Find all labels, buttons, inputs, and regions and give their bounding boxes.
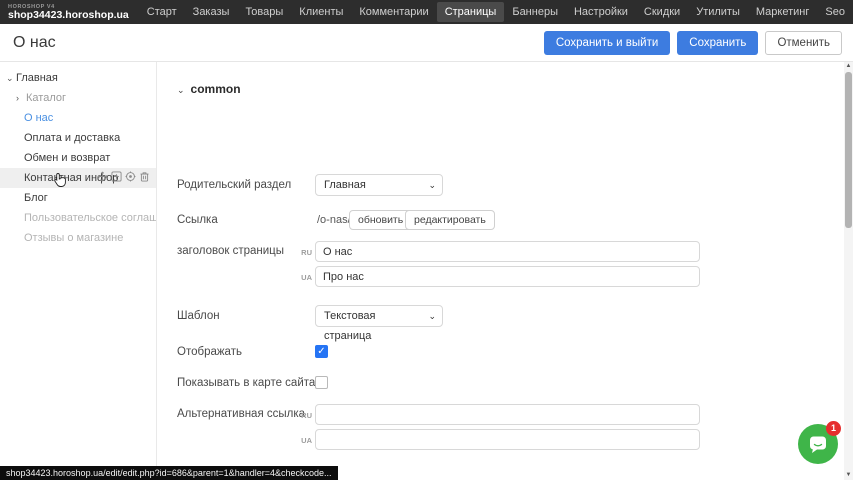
chevron-down-icon[interactable]: ⌄ xyxy=(6,68,16,88)
display-checkbox[interactable]: ✓ xyxy=(315,345,328,358)
tree-item-label: Оплата и доставка xyxy=(24,132,120,144)
tree-item-label: О нас xyxy=(24,112,53,124)
menu-settings[interactable]: Настройки xyxy=(566,2,636,22)
main-menu: Старт Заказы Товары Клиенты Комментарии … xyxy=(139,0,853,24)
scroll-up-icon[interactable]: ▲ xyxy=(844,62,853,71)
tree-item-soglashenie[interactable]: Пользовательское соглашение xyxy=(0,208,156,228)
tree-item-obmen[interactable]: Обмен и возврат xyxy=(0,148,156,168)
page-edit-form: ⌄ common Родительский раздел Главная ⌄ Сс… xyxy=(156,62,844,480)
menu-banners[interactable]: Баннеры xyxy=(504,2,566,22)
template-row: Шаблон Текстовая страница ⌄ xyxy=(157,305,844,329)
lang-ua-badge: UA xyxy=(297,436,312,445)
sitemap-checkbox[interactable] xyxy=(315,376,328,389)
chat-widget[interactable]: 1 xyxy=(798,424,838,464)
section-common-header[interactable]: ⌄ common xyxy=(177,80,853,98)
lang-ru-badge: RU xyxy=(297,248,312,257)
section-common-title: common xyxy=(191,82,241,96)
tree-item-blog[interactable]: Блог xyxy=(0,188,156,208)
tree-item-actions xyxy=(97,171,150,182)
sitemap-row: Показывать в карте сайта xyxy=(157,376,844,392)
menu-start[interactable]: Старт xyxy=(139,2,185,22)
page-title-ru-input[interactable] xyxy=(315,241,700,262)
menu-utilities[interactable]: Утилиты xyxy=(688,2,748,22)
scroll-down-icon[interactable]: ▼ xyxy=(844,471,853,480)
page-title: О нас xyxy=(0,34,56,52)
top-bar: HOROSHOP V4 shop34423.horoshop.ua Старт … xyxy=(0,0,853,24)
menu-clients[interactable]: Клиенты xyxy=(291,2,351,22)
display-label: Отображать xyxy=(177,346,242,358)
page-title-ua-input[interactable] xyxy=(315,266,700,287)
tree-item-label: Обмен и возврат xyxy=(24,152,110,164)
horoshop-admin: HOROSHOP V4 shop34423.horoshop.ua Старт … xyxy=(0,0,853,480)
alt-link-ua-input[interactable] xyxy=(315,429,700,450)
header-buttons: Сохранить и выйти Сохранить Отменить xyxy=(544,31,853,55)
chevron-down-icon: ⌄ xyxy=(428,306,436,326)
tree-item-katalog[interactable]: ›Каталог xyxy=(0,88,156,108)
page-header: О нас Сохранить и выйти Сохранить Отмени… xyxy=(0,24,853,62)
logo-domain: shop34423.horoshop.ua xyxy=(8,10,129,21)
page-title-ru-row: заголовок страницы RU xyxy=(157,241,844,263)
tree-item-label: Главная xyxy=(16,72,58,84)
menu-products[interactable]: Товары xyxy=(237,2,291,22)
tree-item-label: Блог xyxy=(24,192,48,204)
tree-item-oplata[interactable]: Оплата и доставка xyxy=(0,128,156,148)
menu-marketing[interactable]: Маркетинг xyxy=(748,2,817,22)
tree-item-kontaktnaya[interactable]: Контактная инфор xyxy=(0,168,156,188)
alt-link-label: Альтернативная ссылка xyxy=(177,408,305,420)
template-select[interactable]: Текстовая страница ⌄ xyxy=(315,305,443,327)
template-label: Шаблон xyxy=(177,310,220,322)
scrollbar-thumb[interactable] xyxy=(845,72,852,228)
chat-unread-badge: 1 xyxy=(826,421,841,436)
status-url-bar: shop34423.horoshop.ua/edit/edit.php?id=6… xyxy=(0,466,338,480)
pages-tree-sidebar: ⌄Главная ›Каталог О нас Оплата и доставк… xyxy=(0,62,156,480)
menu-discounts[interactable]: Скидки xyxy=(636,2,688,22)
move-icon[interactable] xyxy=(97,171,108,182)
parent-section-label: Родительский раздел xyxy=(177,179,291,191)
pages-tree: ⌄Главная ›Каталог О нас Оплата и доставк… xyxy=(0,62,156,248)
chevron-down-icon: ⌄ xyxy=(177,85,185,95)
link-label: Ссылка xyxy=(177,214,218,226)
lang-ua-badge: UA xyxy=(297,273,312,282)
tree-item-glavnaya[interactable]: ⌄Главная xyxy=(0,68,156,88)
template-value: Текстовая страница xyxy=(324,310,375,342)
sitemap-label: Показывать в карте сайта xyxy=(177,377,315,389)
logo[interactable]: HOROSHOP V4 shop34423.horoshop.ua xyxy=(0,4,139,21)
gear-icon[interactable] xyxy=(125,171,136,182)
page-title-ua-row: UA xyxy=(157,266,844,288)
save-button[interactable]: Сохранить xyxy=(677,31,758,55)
trash-icon[interactable] xyxy=(139,171,150,182)
lang-ru-badge: RU xyxy=(297,411,312,420)
menu-pages[interactable]: Страницы xyxy=(437,2,505,22)
add-icon[interactable] xyxy=(111,171,122,182)
tree-item-label: Каталог xyxy=(26,92,66,104)
save-and-exit-button[interactable]: Сохранить и выйти xyxy=(544,31,670,55)
menu-comments[interactable]: Комментарии xyxy=(351,2,436,22)
parent-section-select[interactable]: Главная ⌄ xyxy=(315,174,443,196)
chevron-down-icon: ⌄ xyxy=(428,175,436,195)
chat-bubble-icon xyxy=(808,434,828,454)
parent-section-row: Родительский раздел Главная ⌄ xyxy=(157,174,844,198)
chevron-right-icon[interactable]: › xyxy=(16,88,26,108)
parent-section-value: Главная xyxy=(324,179,366,191)
tree-item-label: Отзывы о магазине xyxy=(24,232,123,244)
link-row: Ссылка /o-nas/ обновить редактировать xyxy=(157,208,844,230)
tree-item-o-nas[interactable]: О нас xyxy=(0,108,156,128)
menu-seo[interactable]: Seo xyxy=(817,2,853,22)
display-row: Отображать ✓ xyxy=(157,345,844,361)
cancel-button[interactable]: Отменить xyxy=(765,31,842,55)
menu-orders[interactable]: Заказы xyxy=(185,2,238,22)
main-scrollbar[interactable]: ▲ ▼ xyxy=(844,62,853,480)
alt-link-ua-row: UA xyxy=(157,429,844,451)
link-value: /o-nas/ xyxy=(317,214,351,226)
link-update-button[interactable]: обновить xyxy=(349,210,412,230)
alt-link-ru-input[interactable] xyxy=(315,404,700,425)
alt-link-ru-row: Альтернативная ссылка RU xyxy=(157,404,844,426)
tree-item-otzyvy[interactable]: Отзывы о магазине xyxy=(0,228,156,248)
page-title-label: заголовок страницы xyxy=(177,245,284,257)
link-edit-button[interactable]: редактировать xyxy=(405,210,495,230)
